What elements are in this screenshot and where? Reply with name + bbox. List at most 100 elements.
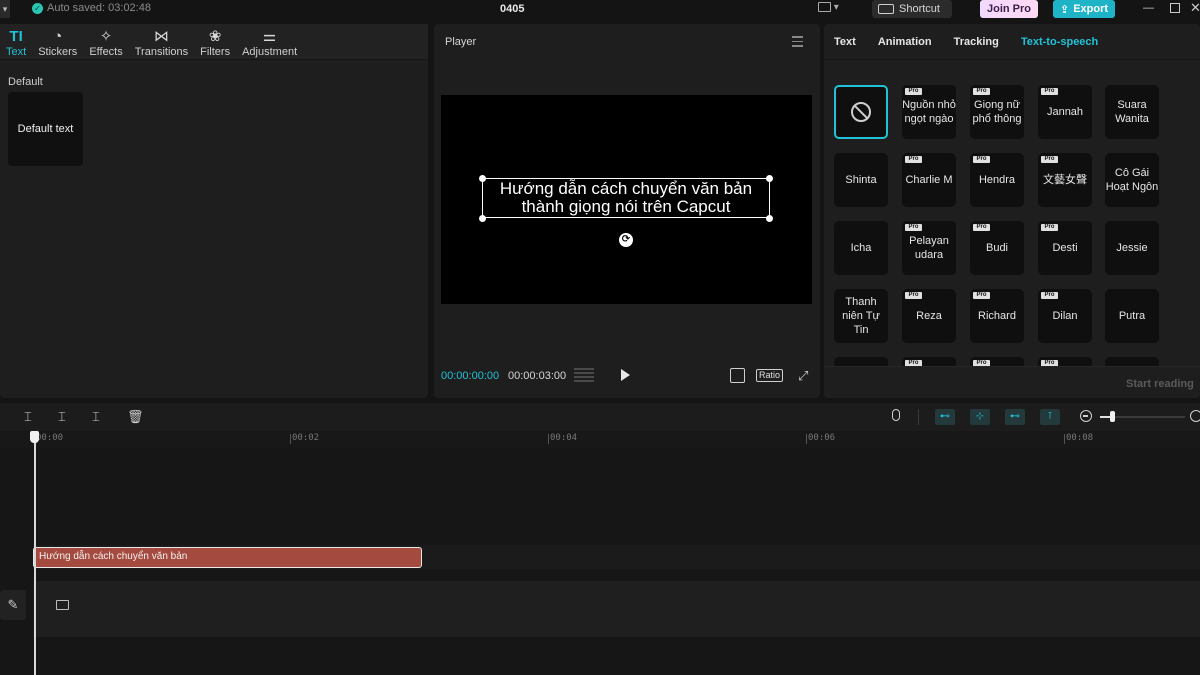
voice-option[interactable]: Pro 文藝女聲 <box>1038 153 1092 207</box>
microphone-icon[interactable] <box>892 409 900 421</box>
resize-handle[interactable] <box>766 175 773 182</box>
timeline-toolbar: ⌶ ⌶ ⌶ 🗑 ⊷ ⊹ ⊷ ⊺ <box>0 403 1200 431</box>
resize-handle[interactable] <box>766 215 773 222</box>
shortcut-button[interactable]: Shortcut <box>872 0 952 18</box>
minimize-icon[interactable]: — <box>1143 2 1155 14</box>
focus-icon[interactable] <box>730 368 745 383</box>
tab-animation[interactable]: Animation <box>878 36 932 48</box>
voice-label: Richard <box>978 310 1016 322</box>
tab-stickers[interactable]: ◔ Stickers <box>32 24 83 60</box>
voice-option[interactable]: Pro Nguồn nhỏ ngọt ngào <box>902 85 956 139</box>
pro-badge: Pro <box>973 224 990 231</box>
keyboard-icon <box>878 4 894 14</box>
pro-badge: Pro <box>905 292 922 299</box>
voice-option[interactable]: Pro Reza <box>902 289 956 343</box>
text-icon: TI <box>9 28 23 45</box>
fullscreen-icon[interactable]: ⤢ <box>798 368 808 384</box>
voice-label: Desti <box>1052 242 1078 254</box>
pro-badge: Pro <box>905 88 922 95</box>
playhead-handle[interactable] <box>30 431 39 443</box>
main-menu-button[interactable]: ▾ <box>0 0 10 18</box>
pro-badge: Pro <box>905 156 922 163</box>
play-icon[interactable] <box>621 369 630 381</box>
divider <box>918 409 919 425</box>
text-clip[interactable]: Hướng dẫn cách chuyển văn bản <box>33 547 422 568</box>
autosave-text: Auto saved: 03:02:48 <box>47 2 151 14</box>
voice-label: 文藝女聲 <box>1043 174 1087 186</box>
split-right-icon[interactable]: ⌶ <box>92 410 100 424</box>
default-text-preset[interactable]: Default text <box>8 92 83 166</box>
zoom-out-icon[interactable] <box>1080 410 1092 422</box>
voice-label: Hendra <box>978 174 1016 186</box>
export-label: Export <box>1073 3 1109 15</box>
check-icon: ✓ <box>32 2 43 14</box>
voice-none-option[interactable] <box>834 85 888 139</box>
edit-cover-icon[interactable]: ✎ <box>0 590 26 620</box>
voice-label: Reza <box>916 310 942 322</box>
tab-text-properties[interactable]: Text <box>834 36 856 48</box>
current-timecode: 00:00:00:00 <box>441 370 500 382</box>
transition-icon: ⋈ <box>153 28 169 45</box>
zoom-in-icon[interactable] <box>1190 410 1200 422</box>
section-label: Default <box>8 76 43 88</box>
voice-option[interactable]: Pro Richard <box>970 289 1024 343</box>
rotate-icon[interactable]: ⟳ <box>619 233 633 247</box>
voice-option[interactable]: Jessie <box>1105 221 1159 275</box>
grid-icon[interactable] <box>574 368 594 382</box>
pro-badge: Pro <box>973 156 990 163</box>
linkage-icon[interactable]: ⊷ <box>1005 409 1025 425</box>
voice-option[interactable]: Pro Giọng nữ phổ thông <box>970 85 1024 139</box>
voice-option[interactable]: Suara Wanita <box>1105 85 1159 139</box>
tab-label: Adjustment <box>242 46 298 58</box>
split-icon[interactable]: ⌶ <box>24 410 32 424</box>
voice-option[interactable]: Cô Gái Hoạt Ngôn <box>1105 153 1159 207</box>
video-canvas[interactable]: Hướng dẫn cách chuyển văn bản thành giọn… <box>441 95 812 304</box>
pro-badge: Pro <box>1041 156 1058 163</box>
voice-option[interactable]: Pro Pelayan udara <box>902 221 956 275</box>
zoom-slider-handle[interactable] <box>1110 411 1115 422</box>
timeline-ruler[interactable]: 00:00 00:02 00:04 00:06 00:08 <box>0 431 1200 447</box>
preview-axis-icon[interactable]: ⊺ <box>1040 409 1060 425</box>
resize-handle[interactable] <box>479 175 486 182</box>
delete-icon[interactable]: 🗑 <box>127 410 144 424</box>
start-reading-button[interactable]: Start reading <box>1126 378 1194 390</box>
main-video-track[interactable] <box>33 581 1200 637</box>
voice-label: Dilan <box>1052 310 1078 322</box>
tab-adjustment[interactable]: ⚌ Adjustment <box>236 24 303 60</box>
playhead[interactable] <box>34 433 36 675</box>
menu-icon[interactable] <box>792 36 803 50</box>
maximize-icon[interactable] <box>1170 3 1180 13</box>
resize-handle[interactable] <box>479 215 486 222</box>
ruler-tick: 00:04 <box>547 433 578 444</box>
voice-option[interactable]: Pro Hendra <box>970 153 1024 207</box>
snap-icon[interactable]: ⊹ <box>970 409 990 425</box>
tab-text[interactable]: TI Text <box>0 24 32 60</box>
join-pro-button[interactable]: Join Pro <box>980 0 1038 18</box>
tab-tracking[interactable]: Tracking <box>954 36 999 48</box>
voice-option[interactable]: Pro Budi <box>970 221 1024 275</box>
media-panel: TI Text ◔ Stickers ✧ Effects ⋈ Transitio… <box>0 24 428 398</box>
voice-option[interactable]: Pro Charlie M <box>902 153 956 207</box>
voice-option[interactable]: Shinta <box>834 153 888 207</box>
split-left-icon[interactable]: ⌶ <box>58 410 66 424</box>
layout-icon[interactable]: ▾ <box>818 2 844 16</box>
voice-option[interactable]: Pro Jannah <box>1038 85 1092 139</box>
ratio-button[interactable]: Ratio <box>756 369 784 382</box>
voice-option[interactable]: Pro Dilan <box>1038 289 1092 343</box>
close-icon[interactable]: ✕ <box>1190 0 1200 16</box>
tab-text-to-speech[interactable]: Text-to-speech <box>1021 36 1098 48</box>
caption-line-1: Hướng dẫn cách chuyển văn bản <box>499 179 753 198</box>
tab-filters[interactable]: ❀ Filters <box>194 24 236 60</box>
caption-text-box[interactable]: Hướng dẫn cách chuyển văn bản thành giọn… <box>482 178 770 218</box>
voice-option[interactable]: Icha <box>834 221 888 275</box>
voice-option[interactable]: Thanh niên Tự Tin <box>834 289 888 343</box>
voice-option[interactable]: Pro Desti <box>1038 221 1092 275</box>
export-button[interactable]: ⇪ Export <box>1053 0 1115 18</box>
tab-transitions[interactable]: ⋈ Transitions <box>129 24 194 60</box>
media-tabs: TI Text ◔ Stickers ✧ Effects ⋈ Transitio… <box>0 24 428 60</box>
main-track-magnet-icon[interactable]: ⊷ <box>935 409 955 425</box>
tab-effects[interactable]: ✧ Effects <box>83 24 128 60</box>
voice-option[interactable]: Putra <box>1105 289 1159 343</box>
tts-footer: Start reading <box>824 366 1200 398</box>
project-title[interactable]: 0405 <box>500 3 524 15</box>
